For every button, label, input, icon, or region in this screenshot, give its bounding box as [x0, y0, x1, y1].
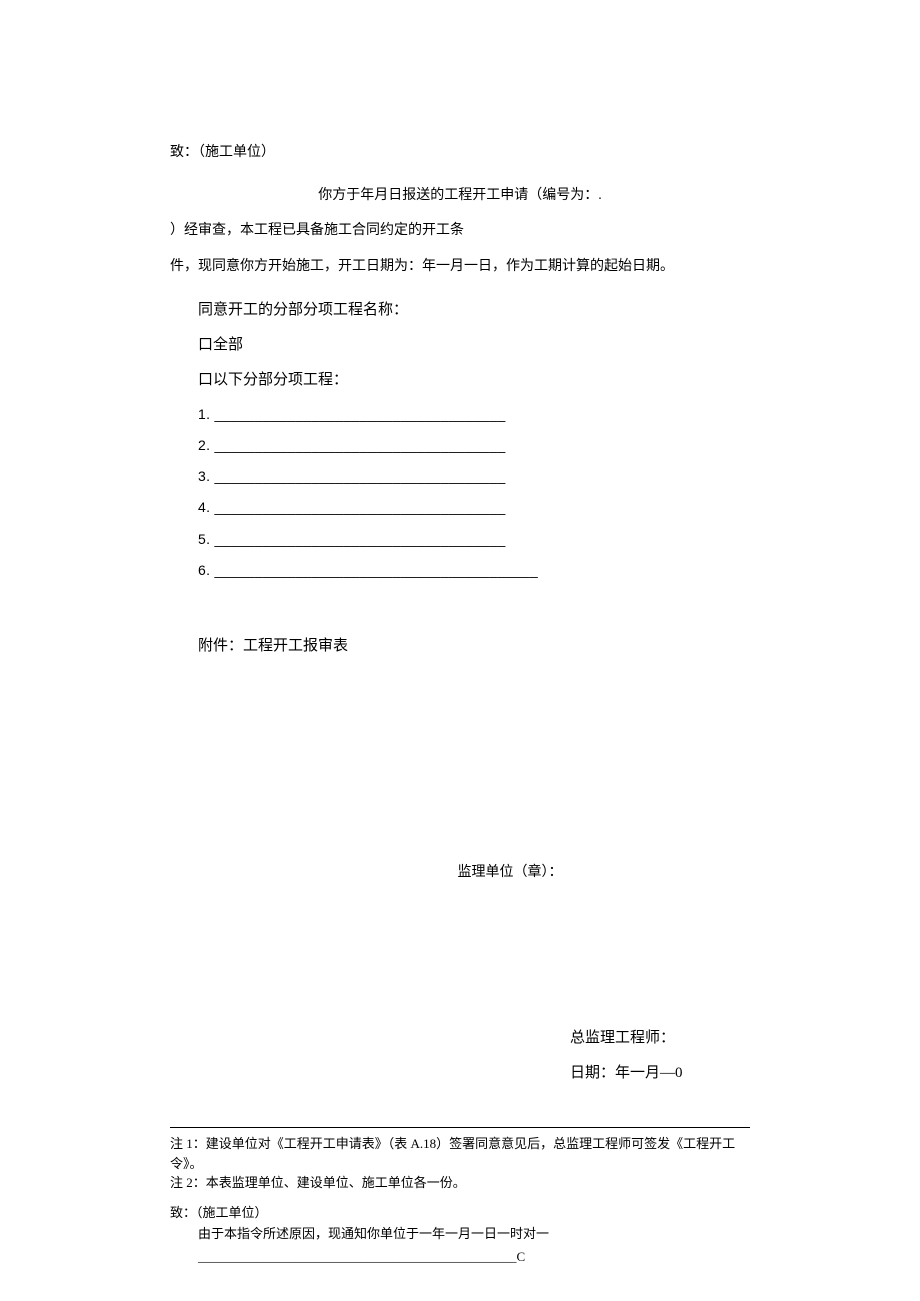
blank-line-2: 2. ____________________________________ — [198, 433, 750, 458]
approval-section: 同意开工的分部分项工程名称： 口全部 口以下分部分项工程： 1. _______… — [170, 297, 750, 583]
separator-line — [170, 1127, 750, 1128]
chief-engineer: 总监理工程师： — [570, 1025, 750, 1052]
application-intro: 你方于年月日报送的工程开工申请（编号为：. — [170, 183, 750, 208]
stamp-line: 监理单位（章）： — [170, 860, 750, 885]
blank-c-line: ________________________________________… — [170, 1245, 750, 1268]
signature-block: 总监理工程师： 日期：年一月—0 — [170, 1025, 750, 1087]
body-line-2: 件，现同意你方开始施工，开工日期为：年一月一日，作为工期计算的起始日期。 — [170, 254, 750, 279]
blank-line-1: 1. ____________________________________ — [198, 402, 750, 427]
blank-line-5: 5. ____________________________________ — [198, 527, 750, 552]
option-all: 口全部 — [198, 332, 750, 359]
recipient-line: 致：（施工单位） — [170, 140, 750, 165]
note-2: 注 2：本表监理单位、建设单位、施工单位各一份。 — [170, 1173, 750, 1193]
blank-line-3: 3. ____________________________________ — [198, 464, 750, 489]
recipient-line-2: 致：（施工单位） — [170, 1203, 750, 1223]
body-line-1: ）经审查，本工程已具备施工合同约定的开工条 — [170, 218, 750, 243]
instruction-reason: 由于本指令所述原因，现通知你单位于一年一月一日一时对一 — [170, 1222, 750, 1245]
blank-line-6: 6. _____________________________________… — [198, 558, 750, 583]
blank-line-4: 4. ____________________________________ — [198, 495, 750, 520]
option-partial: 口以下分部分项工程： — [198, 367, 750, 394]
note-1: 注 1：建设单位对《工程开工申请表》（表 A.18）签署同意意见后，总监理工程师… — [170, 1134, 750, 1173]
attachment-label: 附件：工程开工报审表 — [170, 633, 750, 660]
section-title: 同意开工的分部分项工程名称： — [198, 297, 750, 324]
signature-date: 日期：年一月—0 — [570, 1060, 750, 1087]
